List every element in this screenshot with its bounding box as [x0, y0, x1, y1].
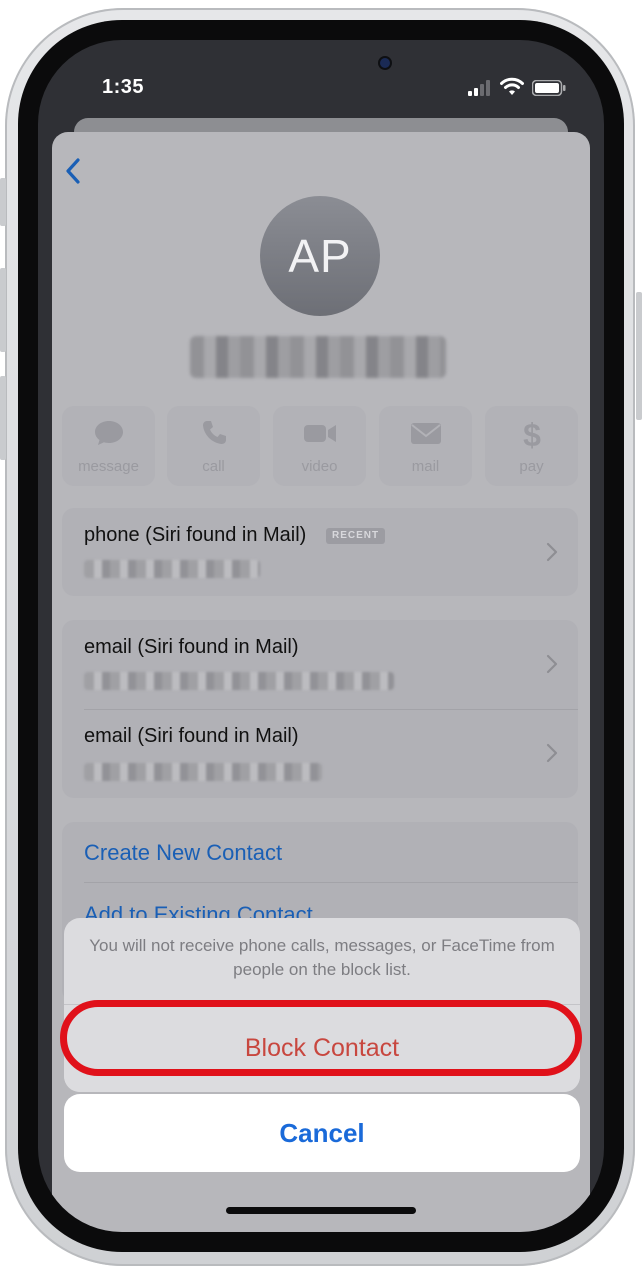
email-address-redacted [84, 672, 394, 690]
home-indicator [226, 1207, 416, 1214]
pay-action-label: pay [519, 458, 544, 475]
email-row[interactable]: email (Siri found in Mail) [62, 620, 578, 709]
volume-up-button [0, 268, 6, 352]
highlight-ring [60, 1000, 582, 1076]
cellular-signal-icon [468, 80, 490, 96]
chevron-right-icon [546, 654, 558, 674]
back-chevron-icon[interactable] [60, 154, 88, 188]
action-buttons: message call video mail $ pay [62, 406, 580, 486]
message-action-button[interactable]: message [62, 406, 155, 486]
chevron-right-icon [546, 542, 558, 562]
battery-icon [532, 80, 566, 96]
front-camera [380, 58, 390, 68]
video-action-label: video [301, 458, 338, 475]
row-separator [84, 882, 578, 883]
video-camera-icon [303, 425, 336, 442]
phone-icon [202, 421, 226, 444]
power-button [636, 292, 642, 420]
pay-action-button[interactable]: $ pay [485, 406, 578, 486]
volume-down-button [0, 376, 6, 460]
video-action-button[interactable]: video [273, 406, 366, 486]
avatar: AP [260, 196, 380, 316]
status-bar: 1:35 [38, 40, 604, 128]
cancel-button[interactable]: Cancel [64, 1094, 580, 1172]
mail-action-label: mail [411, 458, 440, 475]
dollar-icon: $ [523, 418, 541, 452]
email-row-title: email (Siri found in Mail) [84, 636, 299, 658]
action-sheet-message: You will not receive phone calls, messag… [89, 936, 555, 979]
status-time: 1:35 [102, 76, 145, 98]
email-address-redacted [84, 763, 322, 781]
email-row-title: email (Siri found in Mail) [84, 725, 299, 747]
phone-row[interactable]: phone (Siri found in Mail) RECENT [62, 508, 578, 596]
create-new-contact-link[interactable]: Create New Contact [84, 840, 282, 866]
recent-badge: RECENT [326, 528, 386, 544]
message-action-label: message [78, 458, 139, 475]
message-bubble-icon [94, 421, 123, 445]
mail-action-button[interactable]: mail [379, 406, 472, 486]
svg-text:$: $ [523, 418, 541, 452]
call-action-label: call [202, 458, 225, 475]
phone-group: phone (Siri found in Mail) RECENT [62, 508, 578, 596]
envelope-icon [410, 423, 441, 444]
email-group: email (Siri found in Mail) email (Siri f… [62, 620, 578, 798]
call-action-button[interactable]: call [167, 406, 260, 486]
email-row[interactable]: email (Siri found in Mail) [62, 709, 578, 798]
phone-number-redacted [84, 560, 260, 578]
contact-name-redacted [190, 336, 446, 378]
chevron-right-icon [546, 743, 558, 763]
wifi-icon [500, 77, 524, 95]
ring-switch [0, 178, 6, 226]
phone-row-title: phone (Siri found in Mail) [84, 524, 307, 546]
